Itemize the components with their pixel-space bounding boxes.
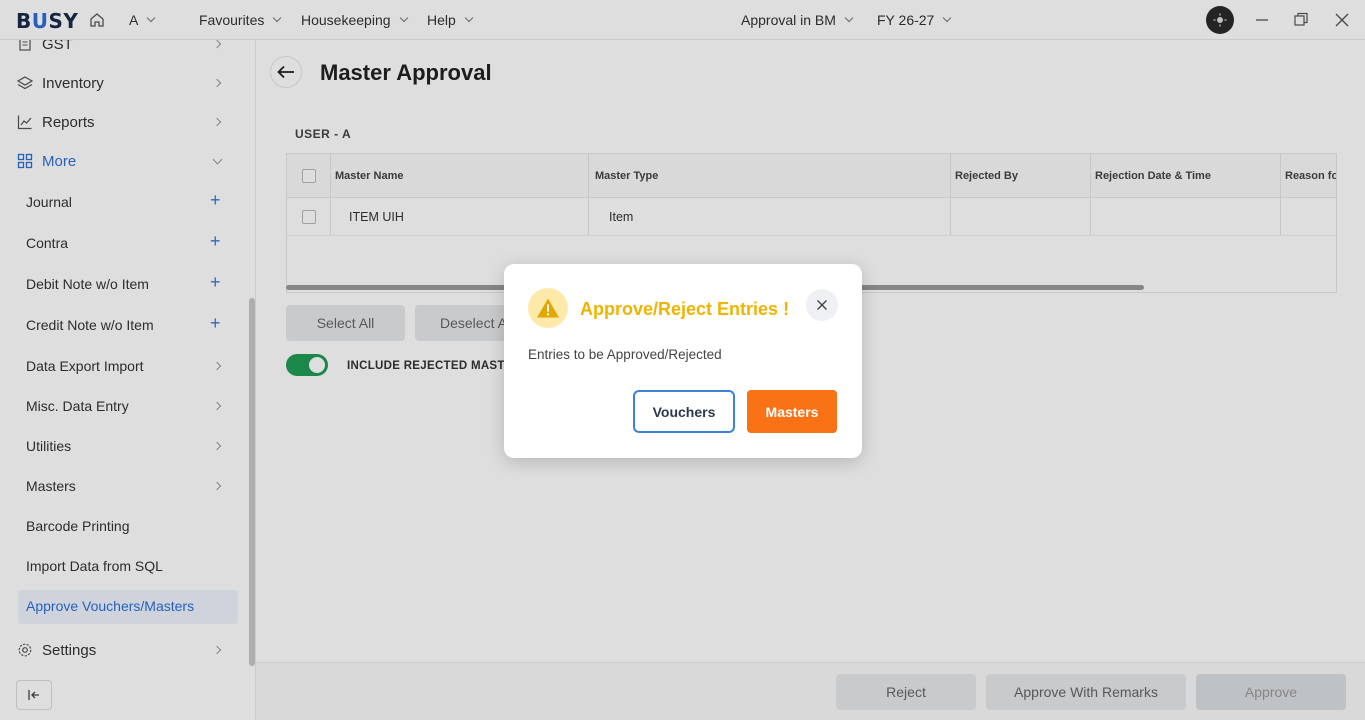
dialog-message: Entries to be Approved/Rejected	[528, 347, 722, 362]
approve-reject-dialog: Approve/Reject Entries ! Entries to be A…	[504, 264, 862, 458]
dialog-title: Approve/Reject Entries !	[580, 299, 790, 319]
dialog-close-button[interactable]	[806, 289, 838, 321]
warning-icon	[537, 298, 559, 318]
vouchers-button[interactable]: Vouchers	[633, 390, 735, 433]
warning-icon-badge	[528, 288, 568, 328]
close-icon	[817, 300, 827, 310]
masters-button[interactable]: Masters	[747, 390, 837, 433]
